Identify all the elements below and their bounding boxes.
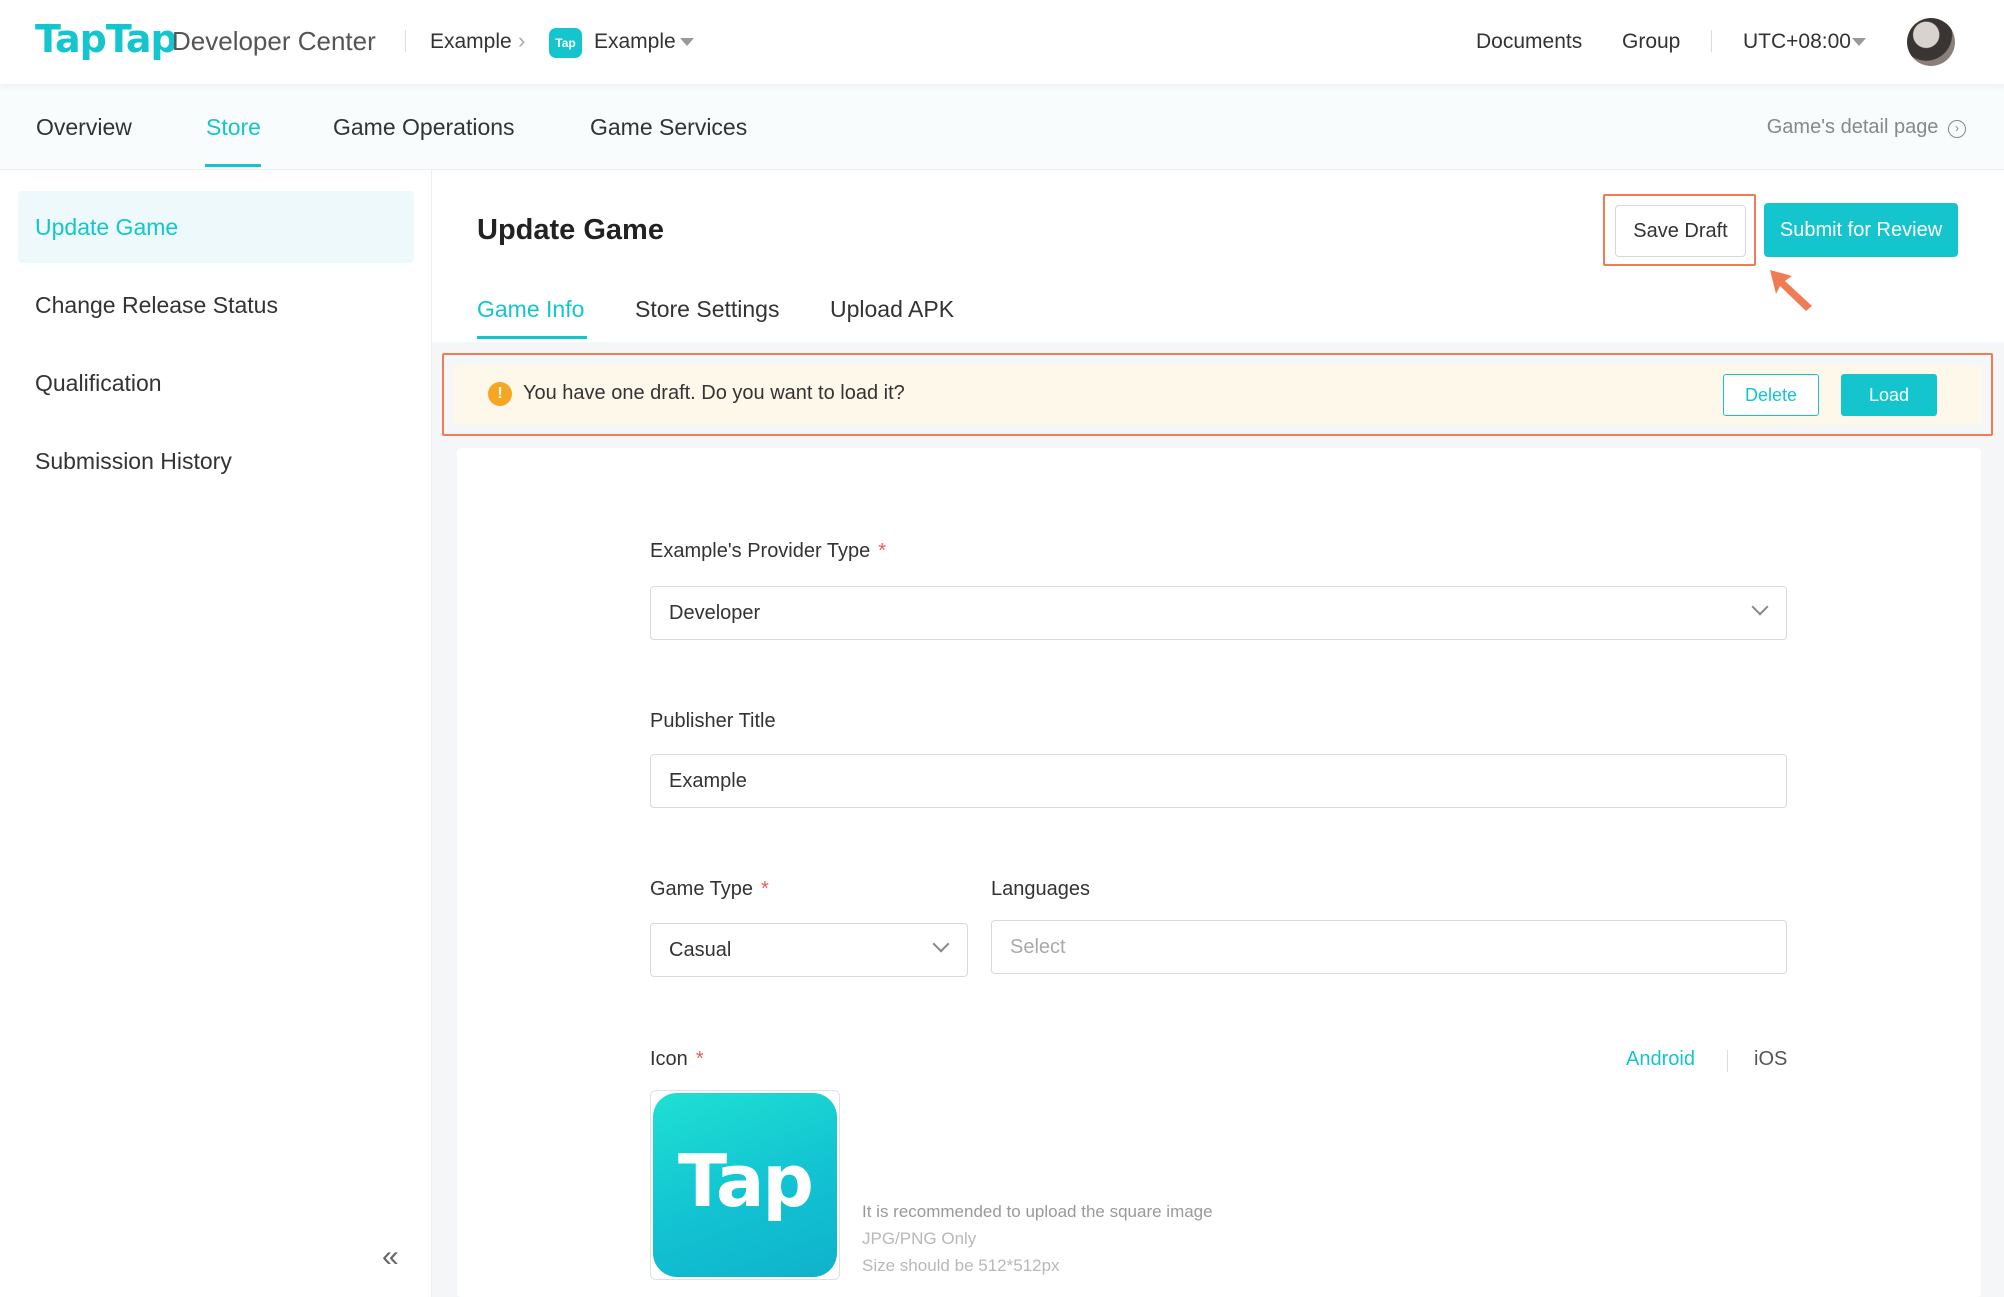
languages-select[interactable]: Select [991,920,1787,974]
caret-down-icon[interactable] [1852,38,1866,46]
group-link[interactable]: Group [1622,30,1680,54]
submit-for-review-button[interactable]: Submit for Review [1764,203,1958,257]
game-type-value: Casual [669,939,732,961]
chevron-right-icon: › [518,28,526,53]
publisher-title-value: Example [669,770,747,792]
header-divider [1711,30,1712,52]
product-name: Developer Center [172,26,376,56]
tab-upload-apk[interactable]: Upload APK [830,296,954,323]
provider-type-label-text: Example's Provider Type [650,540,871,562]
documents-link[interactable]: Documents [1476,30,1582,54]
app-icon: Tap [549,28,582,58]
provider-type-value: Developer [669,602,761,624]
provider-type-select[interactable]: Developer [650,586,1787,640]
collapse-sidebar-icon[interactable]: « [382,1240,399,1274]
game-detail-page-link[interactable]: Game's detail page › [1767,116,1966,139]
languages-label: Languages [991,878,1090,900]
timezone-select[interactable]: UTC+08:00 [1743,30,1851,54]
game-detail-page-label: Game's detail page [1766,116,1939,138]
game-type-label-text: Game Type [650,878,754,900]
publisher-title-input[interactable]: Example [650,754,1787,808]
required-mark: * [878,540,887,562]
warning-icon: ! [488,382,512,406]
content-header: Update Game Save Draft Submit for Review… [432,170,2004,342]
platform-tab-android[interactable]: Android [1626,1048,1695,1071]
icon-label-text: Icon [650,1048,688,1070]
caret-down-icon[interactable] [680,38,694,46]
game-icon-image: Tap [653,1093,837,1277]
arrow-right-circle-icon: › [1948,120,1966,138]
game-type-select[interactable]: Casual [650,923,968,977]
delete-draft-button[interactable]: Delete [1723,374,1819,416]
nav-game-operations[interactable]: Game Operations [333,114,515,141]
user-avatar[interactable] [1907,18,1955,66]
breadcrumb-app-select[interactable]: Example [594,30,676,54]
nav-active-indicator [205,164,261,167]
icon-label: Icon * [650,1048,704,1071]
load-draft-button[interactable]: Load [1841,374,1937,416]
sidebar-item-submission-history[interactable]: Submission History [18,425,414,497]
nav-store[interactable]: Store [206,114,261,141]
game-type-label: Game Type * [650,878,769,901]
breadcrumb-organization[interactable]: Example [430,30,512,54]
chevron-down-icon [1751,598,1769,616]
draft-notice-text: You have one draft. Do you want to load … [523,382,905,404]
draft-notice: ! You have one draft. Do you want to loa… [453,365,1982,425]
platform-tab-ios[interactable]: iOS [1754,1048,1787,1071]
pointer-arrow-icon [1770,270,1812,311]
sidebar-item-update-game[interactable]: Update Game [18,191,414,263]
nav-game-services[interactable]: Game Services [590,114,747,141]
header-divider [405,30,406,52]
icon-upload[interactable]: Tap [650,1090,840,1280]
save-draft-button[interactable]: Save Draft [1615,205,1746,257]
top-header: TapTap Developer Center Example › Tap Ex… [0,0,2004,84]
platform-divider [1727,1050,1728,1072]
publisher-title-label: Publisher Title [650,710,776,732]
required-mark: * [761,878,769,900]
tab-store-settings[interactable]: Store Settings [635,296,779,323]
tab-active-indicator [477,336,587,339]
provider-type-label: Example's Provider Type * [650,540,886,563]
main-nav: Overview Store Game Operations Game Serv… [0,84,2004,170]
icon-hint-format: JPG/PNG Only [862,1229,977,1248]
nav-overview[interactable]: Overview [36,114,132,141]
chevron-down-icon [932,935,950,953]
languages-placeholder: Select [1010,936,1066,958]
sidebar-item-change-release-status[interactable]: Change Release Status [18,269,414,341]
tab-game-info[interactable]: Game Info [477,296,584,323]
taptap-logo[interactable]: TapTap [35,17,178,61]
sidebar-item-qualification[interactable]: Qualification [18,347,414,419]
icon-hint-size: Size should be 512*512px [862,1256,1060,1275]
page-title: Update Game [477,214,664,246]
sidebar: Update Game Change Release Status Qualif… [0,170,432,1297]
icon-hint-square: It is recommended to upload the square i… [862,1202,1213,1221]
required-mark: * [695,1048,704,1070]
